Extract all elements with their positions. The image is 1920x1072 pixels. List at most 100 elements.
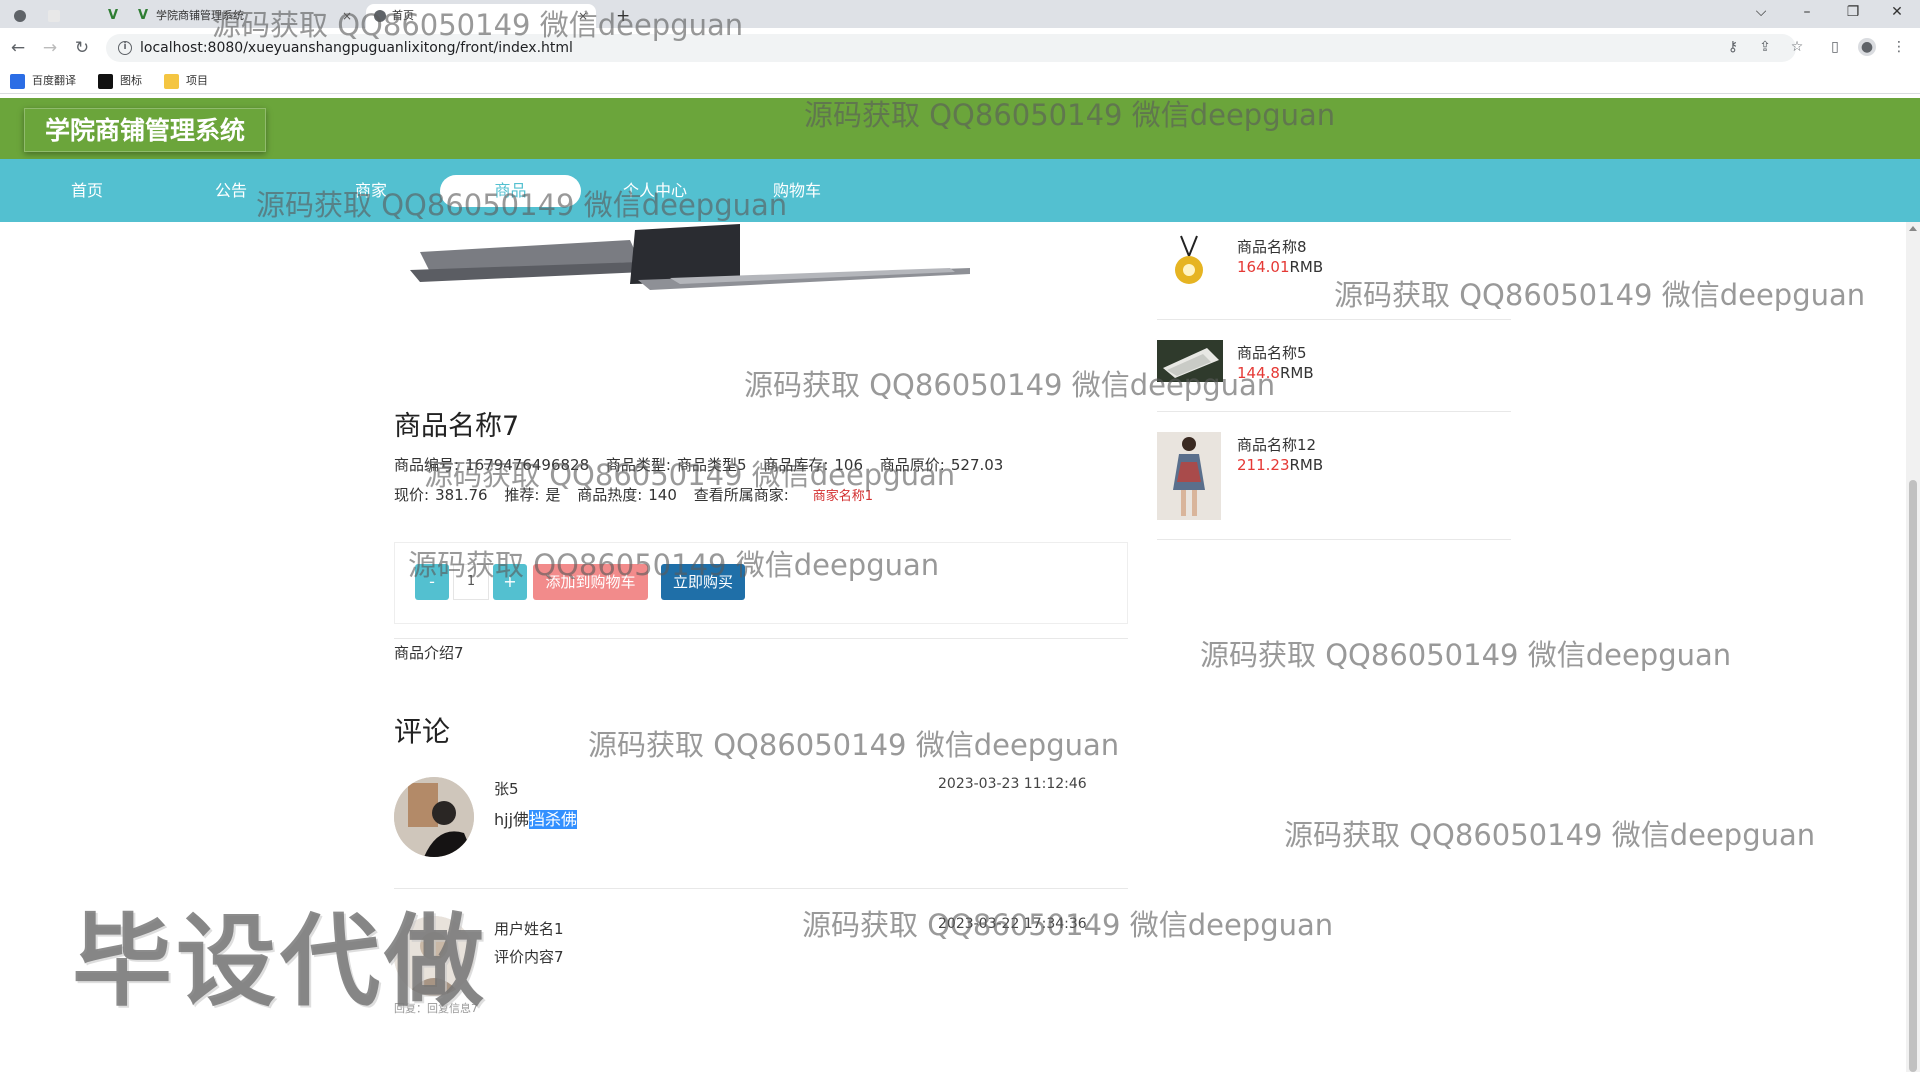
tab-title: 学院商铺管理系统 xyxy=(156,9,244,22)
side-product-item[interactable]: 商品名称12 211.23RMB xyxy=(1157,432,1511,540)
price-unit: RMB xyxy=(1289,258,1324,276)
scroll-thumb[interactable] xyxy=(1909,480,1917,1072)
comments-title: 评论 xyxy=(394,715,451,748)
bookmark-label: 项目 xyxy=(186,74,208,87)
browser-tab-bar: V V 学院商铺管理系统 × 首页 × + ⌵ – ❐ ✕ xyxy=(0,0,1920,28)
back-arrow-icon[interactable]: ← xyxy=(8,38,28,58)
translate-icon xyxy=(10,74,25,89)
divider xyxy=(394,888,1128,889)
comment-text: hjj佛挡杀佛 xyxy=(494,806,578,830)
add-to-cart-button[interactable]: 添加到购物车 xyxy=(533,564,648,600)
price-value: 144.8 xyxy=(1237,364,1280,382)
scroll-up-arrow-icon[interactable] xyxy=(1909,226,1917,231)
globe-icon xyxy=(14,10,26,22)
watermark: 源码获取 QQ86050149 微信deepguan xyxy=(1284,818,1816,852)
product-original-price-label: 商品原价: xyxy=(879,456,945,474)
close-window-icon[interactable]: ✕ xyxy=(1874,0,1920,28)
address-bar-row: ← → ↻ i localhost:8080/xueyuanshangpugua… xyxy=(0,28,1920,68)
site-header xyxy=(0,98,1920,159)
image-icon xyxy=(98,74,113,89)
side-product-price: 164.01RMB xyxy=(1237,258,1323,276)
side-product-item[interactable]: 商品名称8 164.01RMB xyxy=(1157,232,1511,320)
url-input[interactable]: i localhost:8080/xueyuanshangpuguanlixit… xyxy=(106,34,1796,62)
new-tab-button[interactable]: + xyxy=(608,4,638,28)
globe-icon xyxy=(374,10,386,22)
product-thumbnail xyxy=(1157,340,1223,382)
close-icon[interactable]: × xyxy=(578,4,588,28)
browser-tab[interactable] xyxy=(40,4,100,28)
product-meta-row-2: 现价: 381.76 推荐: 是 商品热度: 140 查看所属商家: 商家名称1 xyxy=(394,485,873,507)
nav-notice[interactable]: 公告 xyxy=(186,175,276,207)
profile-icon[interactable]: ● xyxy=(1858,38,1876,56)
side-product-item[interactable]: 商品名称5 144.8RMB xyxy=(1157,340,1511,412)
page-icon xyxy=(48,10,60,22)
browser-tab[interactable]: 首页 × xyxy=(366,4,596,28)
restore-icon[interactable]: ❐ xyxy=(1830,0,1876,28)
current-price-value: 381.76 xyxy=(435,486,488,504)
product-original-price-value: 527.03 xyxy=(950,456,1004,474)
comment-text-plain: hjj佛 xyxy=(494,810,530,829)
side-panel-icon[interactable]: ▯ xyxy=(1826,38,1844,56)
popularity-value: 140 xyxy=(648,486,677,504)
avatar xyxy=(394,777,474,857)
nav-home[interactable]: 首页 xyxy=(42,175,132,207)
quantity-increase-button[interactable]: + xyxy=(493,564,527,600)
buy-now-button[interactable]: 立即购买 xyxy=(661,564,745,600)
side-product-name: 商品名称8 xyxy=(1237,238,1307,256)
product-image xyxy=(410,224,970,290)
price-unit: RMB xyxy=(1279,364,1314,382)
bookmark-item[interactable]: 百度翻译 xyxy=(10,72,76,90)
page-scrollbar[interactable] xyxy=(1906,222,1920,1072)
comment-user: 用户姓名1 xyxy=(494,920,564,938)
nav-cart[interactable]: 购物车 xyxy=(752,175,842,207)
bookmark-item[interactable]: 项目 xyxy=(164,72,208,90)
more-menu-icon[interactable]: ⋮ xyxy=(1890,38,1908,56)
nav-merchants[interactable]: 商家 xyxy=(326,175,416,207)
folder-icon xyxy=(164,74,179,89)
vue-icon: V xyxy=(138,8,149,23)
comment-text-selected: 挡杀佛 xyxy=(529,810,578,829)
close-icon[interactable]: × xyxy=(342,4,352,28)
browser-tab-active[interactable]: V 学院商铺管理系统 × xyxy=(130,4,360,28)
product-thumbnail xyxy=(1157,432,1221,520)
url-text: localhost:8080/xueyuanshangpuguanlixiton… xyxy=(140,40,573,56)
browser-tab[interactable] xyxy=(6,4,40,28)
side-product-price: 144.8RMB xyxy=(1237,364,1314,382)
side-product-price: 211.23RMB xyxy=(1237,456,1323,474)
product-id-value: 1679476496828 xyxy=(465,456,590,474)
quantity-input[interactable]: 1 xyxy=(453,564,489,600)
merchant-link[interactable]: 商家名称1 xyxy=(813,489,873,504)
star-icon[interactable]: ☆ xyxy=(1788,38,1806,56)
side-product-name: 商品名称5 xyxy=(1237,344,1307,362)
watermark: 源码获取 QQ86050149 微信deepguan xyxy=(588,728,1120,762)
bookmark-item[interactable]: 图标 xyxy=(98,72,142,90)
current-price-label: 现价: xyxy=(394,486,430,504)
bookmark-label: 图标 xyxy=(120,74,142,87)
purchase-box: - 1 + 添加到购物车 立即购买 xyxy=(394,542,1128,624)
key-icon[interactable]: ⚷ xyxy=(1724,38,1742,56)
vue-icon: V xyxy=(108,8,119,23)
reload-icon[interactable]: ↻ xyxy=(72,38,92,58)
nav-products[interactable]: 商品 xyxy=(440,175,581,207)
product-meta-row-1: 商品编号: 1679476496828 商品类型: 商品类型5 商品库存: 106 商… xyxy=(394,455,1015,475)
product-type-value: 商品类型5 xyxy=(676,456,747,474)
side-product-name: 商品名称12 xyxy=(1237,436,1317,454)
nav-personal-center[interactable]: 个人中心 xyxy=(610,175,700,207)
popularity-label: 商品热度: xyxy=(577,486,643,504)
browser-tab[interactable]: V xyxy=(100,4,130,28)
chevron-down-icon[interactable]: ⌵ xyxy=(1738,0,1784,28)
comment-reply: 回复：回复信息7 xyxy=(394,1002,478,1015)
minimize-icon[interactable]: – xyxy=(1784,0,1830,28)
share-icon[interactable]: ⇪ xyxy=(1756,38,1774,56)
product-stock-label: 商品库存: xyxy=(763,456,829,474)
price-value: 211.23 xyxy=(1237,456,1290,474)
forward-arrow-icon[interactable]: → xyxy=(40,38,60,58)
product-name: 商品名称7 xyxy=(394,411,520,442)
comment-time: 2023-03-23 11:12:46 xyxy=(938,776,1087,792)
info-icon[interactable]: i xyxy=(118,41,132,55)
bookmarks-bar: 百度翻译 图标 项目 xyxy=(0,68,1920,94)
quantity-decrease-button[interactable]: - xyxy=(415,564,449,600)
product-type-label: 商品类型: xyxy=(605,456,671,474)
merchant-label: 查看所属商家: xyxy=(693,486,789,504)
comment-text: 评价内容7 xyxy=(494,948,564,966)
